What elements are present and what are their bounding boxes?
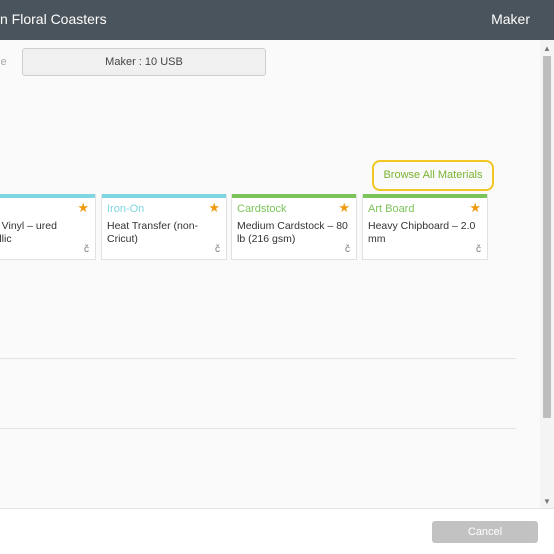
cricut-logo-icon: č: [84, 244, 89, 255]
card-material-name: Medium Cardstock – 80 lb (216 gsm): [237, 220, 348, 245]
scroll-down-arrow-icon[interactable]: ▼: [543, 497, 551, 506]
card-color-bar: [363, 194, 487, 198]
favorite-star-icon[interactable]: ★: [469, 200, 481, 216]
section-divider: [0, 358, 516, 359]
material-card[interactable]: Art Board ★ Heavy Chipboard – 2.0 mm č: [362, 194, 488, 260]
cricut-logo-icon: č: [215, 244, 220, 255]
main-content: ine Maker : 10 USB Browse All Materials …: [0, 40, 554, 508]
favorite-star-icon[interactable]: ★: [338, 200, 350, 216]
cancel-button[interactable]: Cancel: [432, 521, 538, 543]
vertical-scrollbar[interactable]: ▲ ▼: [540, 40, 554, 508]
favorite-star-icon[interactable]: ★: [208, 200, 220, 216]
cricut-logo-icon: č: [476, 244, 481, 255]
machine-name: Maker: [491, 11, 530, 27]
section-divider: [0, 428, 516, 429]
material-card[interactable]: Iron-On ★ Heat Transfer (non-Cricut) č: [101, 194, 227, 260]
card-category: Cardstock: [237, 203, 287, 215]
card-material-name: nium Vinyl – ured Metallic: [0, 220, 57, 245]
machine-label: ine: [0, 56, 7, 68]
card-material-name: Heat Transfer (non-Cricut): [107, 220, 199, 245]
material-card[interactable]: ★ nium Vinyl – ured Metallic č: [0, 194, 96, 260]
card-category: Iron-On: [107, 203, 145, 215]
cut-dialog: n Floral Coasters Maker ine Maker : 10 U…: [0, 0, 554, 554]
material-card[interactable]: Cardstock ★ Medium Cardstock – 80 lb (21…: [231, 194, 357, 260]
machine-select[interactable]: Maker : 10 USB: [22, 48, 266, 76]
browse-all-materials-button[interactable]: Browse All Materials: [372, 160, 494, 191]
card-color-bar: [0, 194, 95, 198]
scroll-up-arrow-icon[interactable]: ▲: [543, 44, 551, 53]
favorite-star-icon[interactable]: ★: [77, 200, 89, 216]
title-bar: n Floral Coasters Maker: [0, 0, 554, 40]
card-color-bar: [232, 194, 356, 198]
card-color-bar: [102, 194, 226, 198]
cricut-logo-icon: č: [345, 244, 350, 255]
project-title: n Floral Coasters: [0, 11, 107, 27]
card-material-name: Heavy Chipboard – 2.0 mm: [368, 220, 476, 245]
dialog-footer: Cancel: [0, 508, 554, 554]
card-category: Art Board: [368, 203, 415, 215]
scrollbar-thumb[interactable]: [543, 56, 551, 418]
